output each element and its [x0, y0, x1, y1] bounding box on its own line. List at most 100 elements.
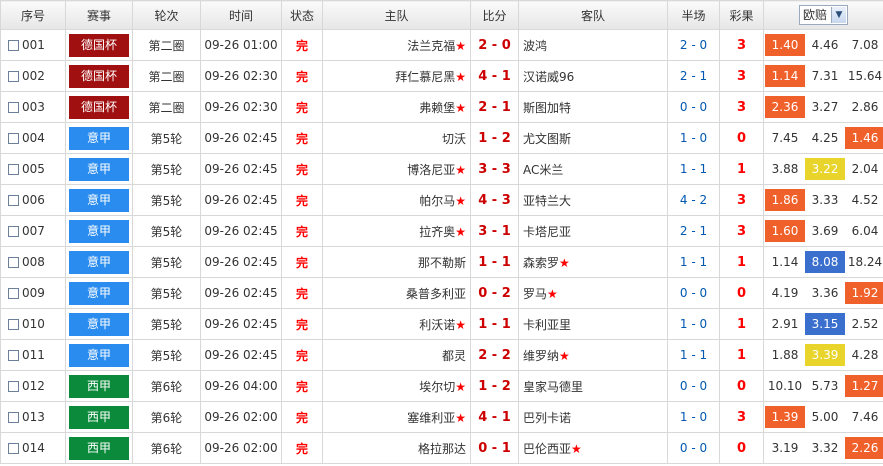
row-checkbox[interactable]: [8, 412, 19, 423]
odds-2: 5.73: [811, 379, 839, 393]
score-cell[interactable]: 3 - 3: [470, 153, 519, 185]
row-checkbox[interactable]: [8, 226, 19, 237]
away-team-name[interactable]: 森索罗: [523, 256, 559, 270]
score-cell[interactable]: 0 - 1: [470, 432, 519, 464]
league-badge[interactable]: 西甲: [69, 374, 129, 398]
odds-3: 4.28: [851, 348, 879, 362]
row-index-cell: 006: [0, 184, 66, 216]
away-team-name[interactable]: 罗马: [523, 287, 547, 301]
home-team-name[interactable]: 桑普多利亚: [406, 287, 466, 301]
away-team-name[interactable]: 巴列卡诺: [523, 411, 571, 425]
odds-type-select[interactable]: 欧赔 ▼: [799, 5, 848, 25]
league-badge[interactable]: 意甲: [69, 281, 129, 305]
row-index: 002: [22, 69, 45, 83]
home-team-cell: 帕尔马★: [322, 184, 471, 216]
away-team-name[interactable]: 巴伦西亚: [523, 442, 571, 456]
score-cell[interactable]: 4 - 3: [470, 184, 519, 216]
table-row: 001 德国杯 第二圈 09-26 01:00 完法兰克福★ 2 - 0 波鸿 2 - 031…: [0, 29, 883, 61]
league-badge[interactable]: 意甲: [69, 126, 129, 150]
row-checkbox[interactable]: [8, 71, 19, 82]
chevron-down-icon[interactable]: ▼: [831, 7, 846, 23]
home-team-name[interactable]: 弗赖堡: [419, 101, 455, 115]
score-cell[interactable]: 4 - 1: [470, 60, 519, 92]
home-team-name[interactable]: 法兰克福: [407, 39, 455, 53]
league-badge[interactable]: 意甲: [69, 219, 129, 243]
league-badge[interactable]: 德国杯: [69, 33, 129, 57]
odds-type-value: 欧赔: [803, 8, 828, 22]
home-team-name[interactable]: 格拉那达: [418, 442, 466, 456]
away-team-name[interactable]: 卡塔尼亚: [523, 225, 571, 239]
score-cell[interactable]: 2 - 1: [470, 91, 519, 123]
row-index: 006: [22, 193, 45, 207]
away-team-name[interactable]: 亚特兰大: [523, 194, 571, 208]
odds-cell: 10.10 5.73 1.27: [763, 370, 883, 402]
table-row: 009 意甲 第5轮 09-26 02:45 完桑普多利亚 0 - 2 罗马★ 0 - 004…: [0, 277, 883, 309]
league-badge[interactable]: 意甲: [69, 188, 129, 212]
score-cell[interactable]: 1 - 2: [470, 122, 519, 154]
score-cell[interactable]: 2 - 0: [470, 29, 519, 61]
status-cell: 完: [281, 370, 323, 402]
score-cell[interactable]: 2 - 2: [470, 339, 519, 371]
row-checkbox[interactable]: [8, 40, 19, 51]
score-cell[interactable]: 4 - 1: [470, 401, 519, 433]
odds-cell: 1.40 4.46 7.08: [763, 29, 883, 61]
home-team-name[interactable]: 拉齐奥: [419, 225, 455, 239]
odds-2: 3.27: [811, 100, 839, 114]
league-badge[interactable]: 意甲: [69, 343, 129, 367]
row-checkbox[interactable]: [8, 133, 19, 144]
league-badge[interactable]: 德国杯: [69, 64, 129, 88]
odds-cell: 1.14 7.31 15.64: [763, 60, 883, 92]
row-checkbox[interactable]: [8, 164, 19, 175]
away-team-name[interactable]: 皇家马德里: [523, 380, 583, 394]
league-badge[interactable]: 德国杯: [69, 95, 129, 119]
row-checkbox[interactable]: [8, 257, 19, 268]
score-cell[interactable]: 1 - 2: [470, 370, 519, 402]
away-star-icon: ★: [559, 348, 570, 363]
row-checkbox[interactable]: [8, 381, 19, 392]
row-index: 001: [22, 38, 45, 52]
home-team-name[interactable]: 利沃诺: [419, 318, 455, 332]
home-team-name[interactable]: 那不勒斯: [418, 256, 466, 270]
row-checkbox[interactable]: [8, 350, 19, 361]
away-team-name[interactable]: 卡利亚里: [523, 318, 571, 332]
home-team-name[interactable]: 切沃: [442, 132, 466, 146]
home-team-name[interactable]: 都灵: [442, 349, 466, 363]
row-checkbox[interactable]: [8, 319, 19, 330]
row-index-cell: 012: [0, 370, 66, 402]
league-badge[interactable]: 西甲: [69, 436, 129, 460]
table-row: 002 德国杯 第二圈 09-26 02:30 完拜仁慕尼黑★ 4 - 1 汉诺威96 2 -…: [0, 60, 883, 92]
row-index-cell: 005: [0, 153, 66, 185]
row-checkbox[interactable]: [8, 195, 19, 206]
score-cell[interactable]: 1 - 1: [470, 308, 519, 340]
row-checkbox[interactable]: [8, 443, 19, 454]
home-team-cell: 弗赖堡★: [322, 91, 471, 123]
row-checkbox[interactable]: [8, 102, 19, 113]
league-badge[interactable]: 意甲: [69, 157, 129, 181]
home-team-name[interactable]: 塞维利亚: [407, 411, 455, 425]
odds-2: 3.36: [811, 286, 839, 300]
league-badge[interactable]: 西甲: [69, 405, 129, 429]
home-team-name[interactable]: 帕尔马: [419, 194, 455, 208]
home-team-name[interactable]: 埃尔切: [419, 380, 455, 394]
time-cell: 09-26 02:45: [200, 277, 282, 309]
away-team-name[interactable]: 维罗纳: [523, 349, 559, 363]
header-idx: 序号: [0, 0, 66, 30]
league-badge[interactable]: 意甲: [69, 312, 129, 336]
away-team-name[interactable]: AC米兰: [523, 163, 563, 177]
away-team-name[interactable]: 波鸿: [523, 39, 547, 53]
round-cell: 第5轮: [132, 339, 201, 371]
row-checkbox[interactable]: [8, 288, 19, 299]
score-cell[interactable]: 0 - 2: [470, 277, 519, 309]
home-team-name[interactable]: 博洛尼亚: [407, 163, 455, 177]
league-badge[interactable]: 意甲: [69, 250, 129, 274]
score-cell[interactable]: 3 - 1: [470, 215, 519, 247]
home-team-name[interactable]: 拜仁慕尼黑: [395, 70, 455, 84]
away-team-name[interactable]: 尤文图斯: [523, 132, 571, 146]
score-cell[interactable]: 1 - 1: [470, 246, 519, 278]
away-team-name[interactable]: 斯图加特: [523, 101, 571, 115]
home-star-icon: ★: [455, 410, 466, 425]
row-index: 009: [22, 286, 45, 300]
half-time-cell: 1 - 0: [667, 122, 720, 154]
away-star-icon: ★: [571, 441, 582, 456]
away-team-name[interactable]: 汉诺威96: [523, 70, 574, 84]
